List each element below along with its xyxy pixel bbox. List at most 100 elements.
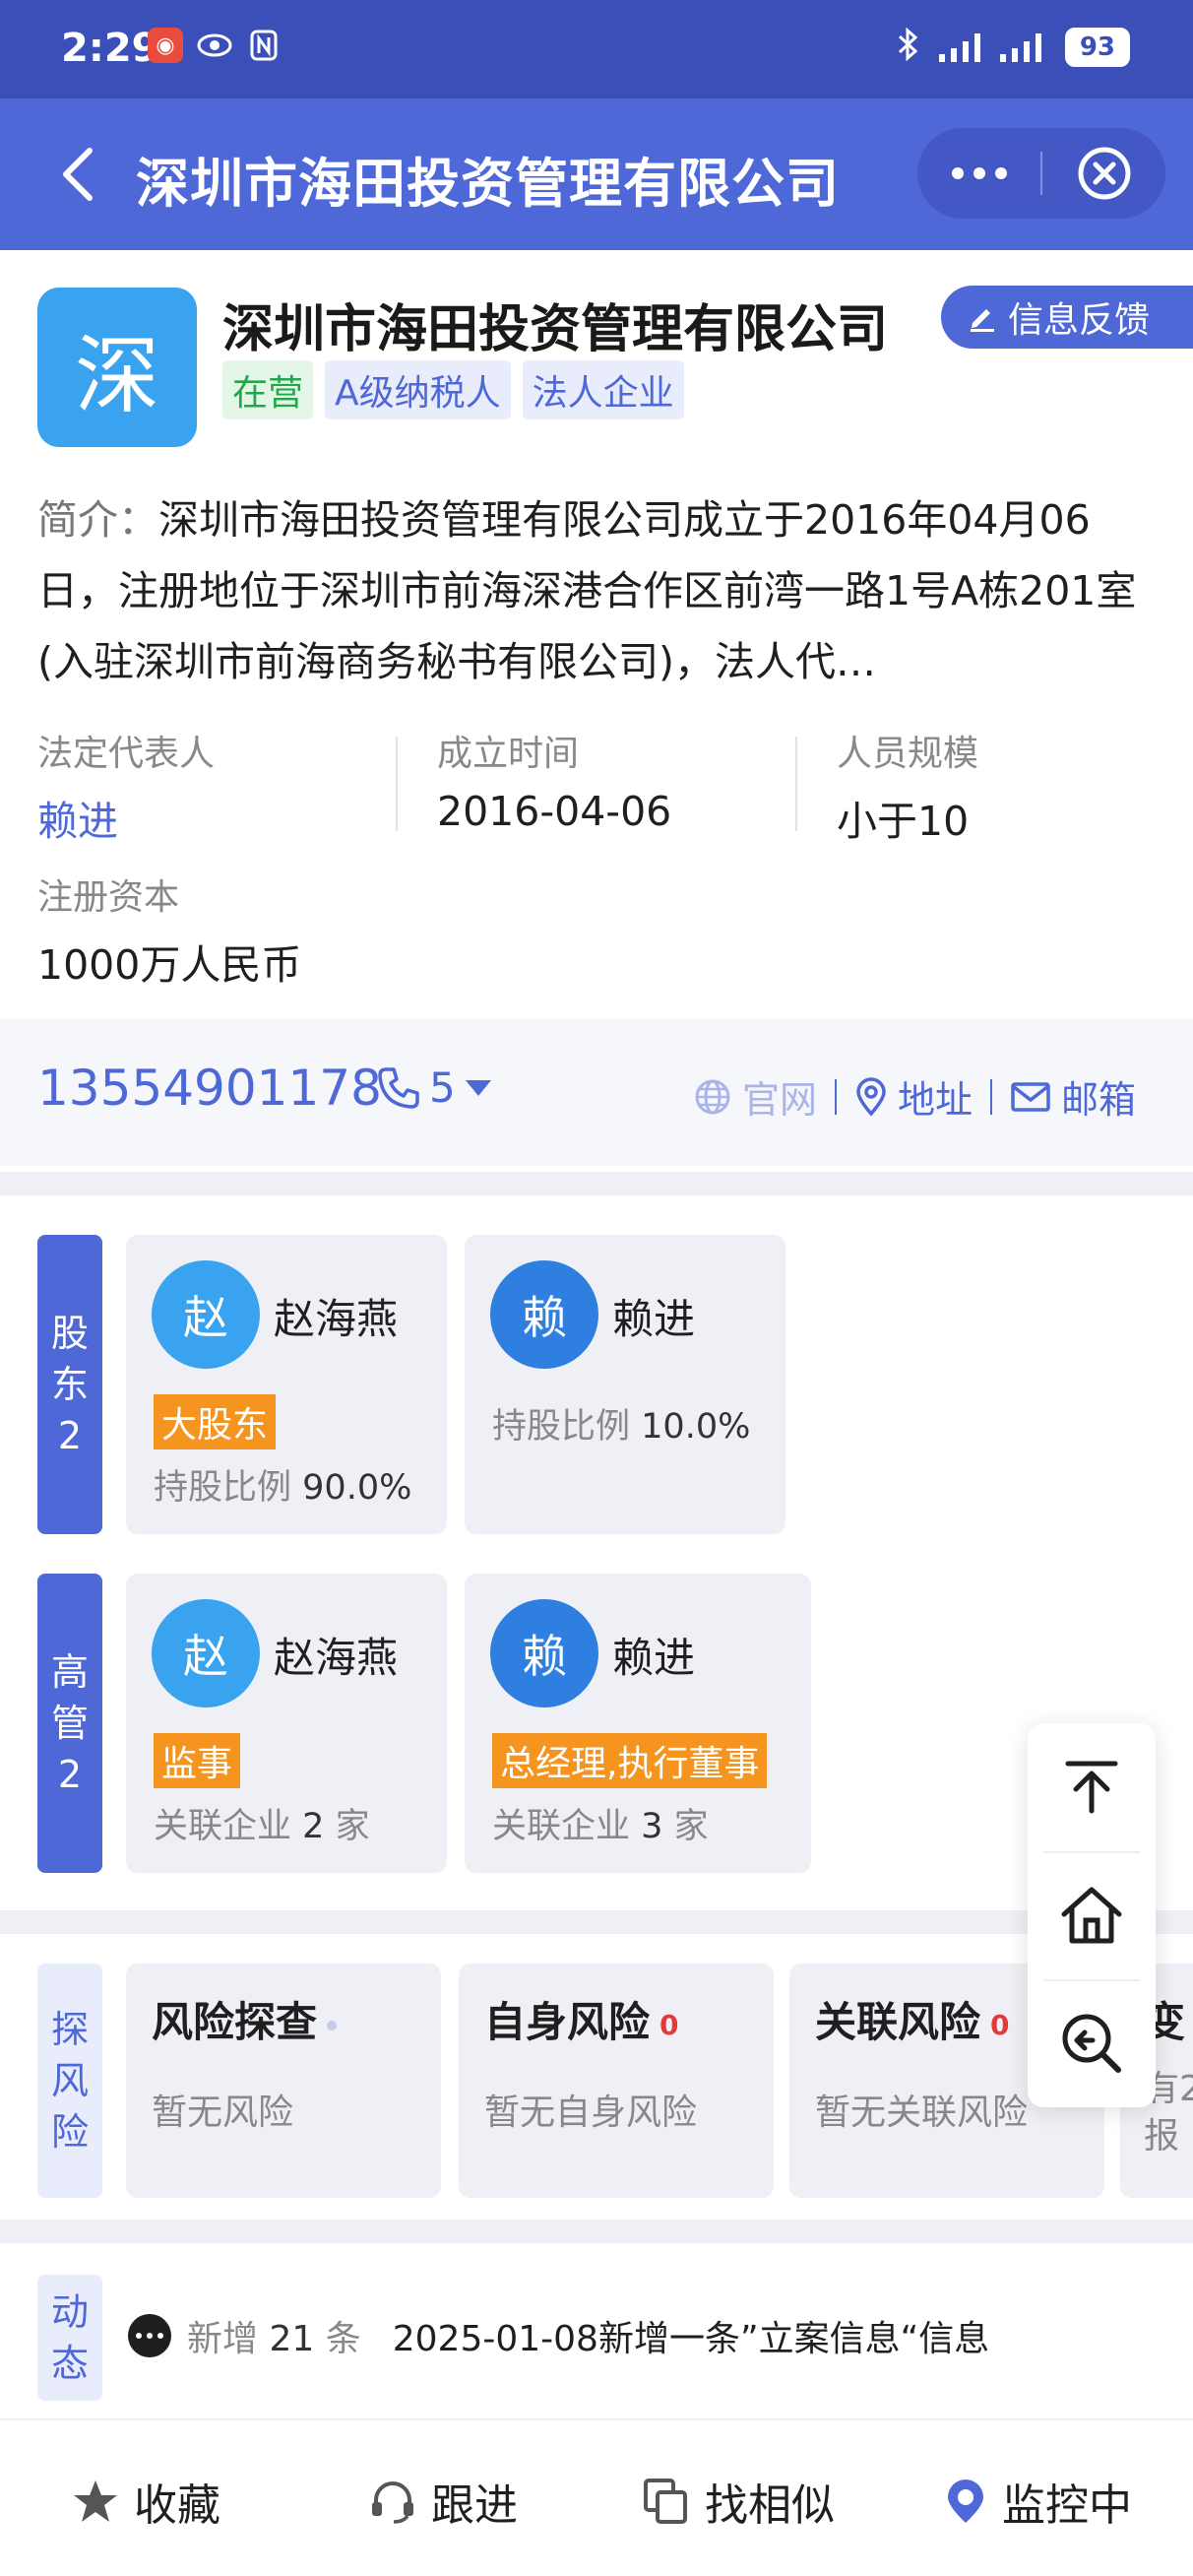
avatar: 赵 — [152, 1599, 260, 1707]
email-link[interactable]: 邮箱 — [1010, 1069, 1136, 1124]
back-to-top-button[interactable] — [1028, 1723, 1156, 1851]
section-divider — [0, 2220, 1193, 2243]
follow-up-button[interactable]: 跟进 — [368, 2470, 518, 2533]
company-logo: 深 — [37, 288, 197, 447]
shareholder-card[interactable]: 赖 赖进 持股比例 10.0% — [465, 1235, 785, 1534]
legal-rep-cell: 法定代表人 赖进 — [37, 725, 215, 847]
avatar: 赖 — [490, 1599, 598, 1707]
position-badge: 监事 — [154, 1733, 241, 1788]
dynamic-count: 新增 21 条 — [187, 2319, 361, 2359]
taxpayer-tag[interactable]: A级纳税人 — [325, 360, 511, 419]
phone-icon — [378, 1066, 419, 1109]
capital-cell: 注册资本 1000万人民币 — [37, 869, 301, 991]
intro-label: 简介： — [37, 496, 158, 544]
capital-value: 1000万人民币 — [37, 941, 302, 989]
search-return-icon — [1062, 2014, 1121, 2073]
company-tags: 在营 A级纳税人 法人企业 — [222, 360, 684, 419]
back-arrow-icon — [63, 148, 93, 201]
major-shareholder-badge: 大股东 — [154, 1394, 277, 1449]
staff-value: 小于10 — [837, 798, 970, 845]
legal-rep-link[interactable]: 赖进 — [37, 788, 215, 847]
edit-icon — [971, 309, 994, 332]
risk-sub: 暂无关联风险 — [815, 2093, 1029, 2133]
address-link[interactable]: 地址 — [854, 1069, 973, 1124]
avatar: 赖 — [490, 1260, 598, 1369]
risk-title: 风险探查 — [152, 1998, 318, 2046]
risk-count: 0 — [659, 2009, 679, 2041]
weibo-icon: ◉ — [148, 28, 183, 63]
bluetooth-icon — [896, 27, 921, 67]
staff-cell: 人员规模 小于10 — [837, 725, 978, 847]
contact-bar: 13554901178 5 官网 地址 邮箱 — [0, 1018, 1193, 1166]
dynamic-news-row[interactable]: 新增 21 条 2025-01-08新增一条”立案信息“信息 — [128, 2310, 989, 2361]
executive-name: 赖进 — [612, 1634, 696, 1682]
search-back-button[interactable] — [1028, 1979, 1156, 2107]
related-companies: 关联企业 2 家 — [154, 1807, 370, 1846]
related-companies: 关联企业 3 家 — [492, 1807, 709, 1846]
status-bar: 2:29 ◉ 93 — [0, 0, 1193, 98]
status-time: 2:29 — [61, 26, 159, 71]
avatar: 赵 — [152, 1260, 260, 1369]
risk-title: 自身风险 — [484, 1998, 651, 2046]
risk-count: 0 — [990, 2009, 1010, 2041]
founded-label: 成立时间 — [437, 734, 580, 774]
risk-scan-card[interactable]: 风险探查 暂无风险 — [126, 1964, 441, 2198]
find-similar-button[interactable]: 找相似 — [642, 2470, 835, 2533]
website-label: 官网 — [741, 1078, 817, 1122]
share-ratio: 持股比例 90.0% — [154, 1468, 412, 1508]
dynamic-label[interactable]: 动 态 — [37, 2275, 102, 2401]
info-feedback-button[interactable]: 信息反馈 — [941, 286, 1193, 349]
entity-type-tag[interactable]: 法人企业 — [522, 360, 684, 419]
back-to-top-icon — [1065, 1761, 1118, 1814]
monitor-icon — [948, 2479, 983, 2523]
star-icon — [74, 2480, 117, 2522]
status-tag[interactable]: 在营 — [222, 360, 314, 419]
self-risk-card[interactable]: 自身风险 0 暂无自身风险 — [459, 1964, 774, 2198]
website-link[interactable]: 官网 — [693, 1069, 817, 1124]
home-button[interactable] — [1028, 1851, 1156, 1979]
shareholder-name: 赖进 — [612, 1295, 696, 1343]
signal-icon — [935, 31, 1051, 64]
executive-card[interactable]: 赖 赖进 总经理,执行董事 关联企业 3 家 — [465, 1574, 811, 1873]
battery-indicator: 93 — [1064, 28, 1130, 67]
favorite-button[interactable]: 收藏 — [71, 2470, 220, 2533]
executive-name: 赵海燕 — [274, 1634, 399, 1682]
risk-sub: 暂无风险 — [152, 2093, 294, 2133]
founded-cell: 成立时间 2016-04-06 — [437, 725, 671, 835]
contact-links: 官网 地址 邮箱 — [693, 1069, 1136, 1124]
company-intro[interactable]: 简介：深圳市海田投资管理有限公司成立于2016年04月06日，注册地位于深圳市前… — [37, 484, 1160, 697]
legal-rep-label: 法定代表人 — [37, 734, 216, 774]
position-badge: 总经理,执行董事 — [492, 1733, 768, 1788]
status-notification-icons: ◉ — [148, 28, 282, 63]
phone-number[interactable]: 13554901178 — [37, 1060, 382, 1117]
feedback-label: 信息反馈 — [1008, 300, 1151, 341]
headset-icon — [372, 2481, 413, 2524]
executive-card[interactable]: 赵 赵海燕 监事 关联企业 2 家 — [126, 1574, 447, 1873]
risk-title: 关联风险 — [815, 1998, 981, 2046]
more-phones-dropdown[interactable]: 5 — [376, 1063, 493, 1112]
copy-icon — [644, 2479, 687, 2524]
risk-sub: 暂无自身风险 — [484, 2093, 698, 2133]
risk-label[interactable]: 探 风 险 — [37, 1964, 102, 2198]
location-pin-icon — [856, 1076, 886, 1117]
eye-icon — [197, 28, 232, 63]
shareholder-card[interactable]: 赵 赵海燕 大股东 持股比例 90.0% — [126, 1235, 447, 1534]
executives-label[interactable]: 高 管 2 — [37, 1574, 102, 1873]
shareholders-label[interactable]: 股 东 2 — [37, 1235, 102, 1534]
monitoring-label: 监控中 — [1002, 2480, 1132, 2531]
more-options-button[interactable] — [917, 167, 1040, 179]
address-label: 地址 — [897, 1078, 973, 1122]
share-ratio: 持股比例 10.0% — [492, 1407, 751, 1447]
close-button[interactable] — [1042, 145, 1165, 202]
founded-value: 2016-04-06 — [437, 788, 672, 835]
back-button[interactable] — [43, 138, 112, 211]
monitoring-button[interactable]: 监控中 — [943, 2470, 1132, 2533]
nfc-icon — [246, 28, 282, 63]
section-divider — [0, 1910, 1193, 1934]
floating-toolbar — [1028, 1723, 1156, 2107]
email-label: 邮箱 — [1060, 1078, 1136, 1122]
top-nav-bar: 深圳市海田投资管理有限公司 — [0, 98, 1193, 250]
phone-count: 5 — [429, 1063, 456, 1112]
globe-icon — [695, 1079, 730, 1114]
bottom-action-bar: 收藏 跟进 找相似 监控中 — [0, 2418, 1193, 2576]
